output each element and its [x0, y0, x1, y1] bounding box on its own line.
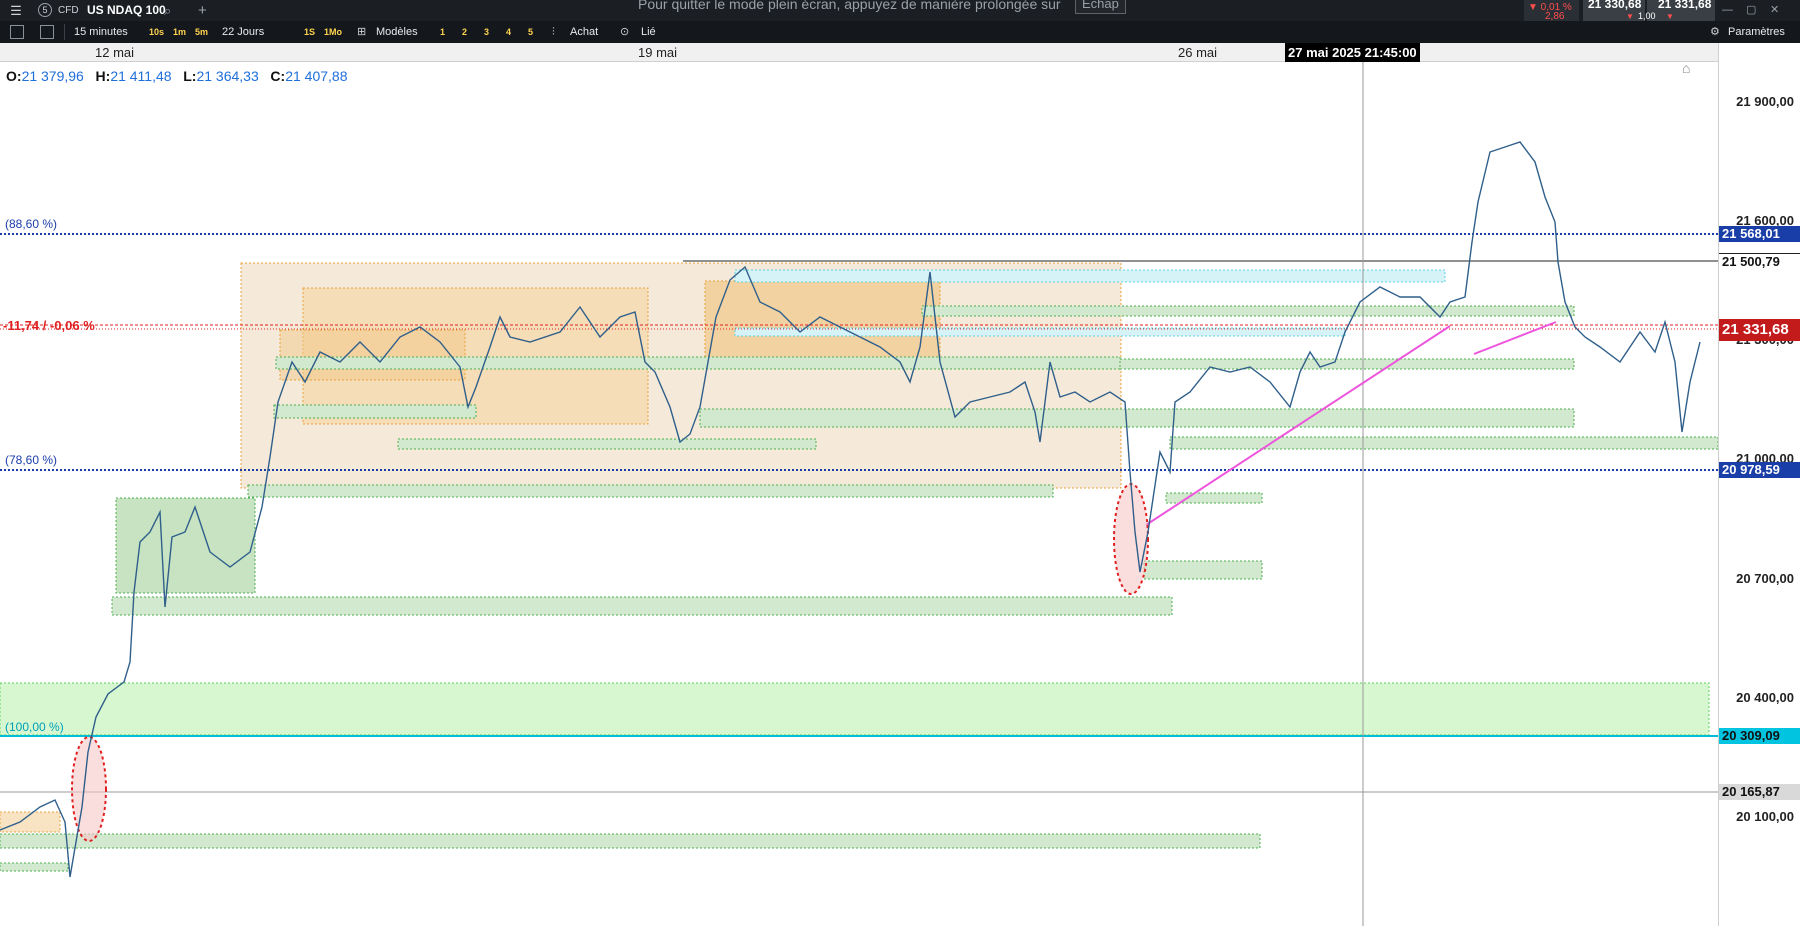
crosshair-price-tag: 20 165,87 — [1719, 784, 1800, 800]
green-zone-1[interactable] — [275, 356, 1121, 370]
green-zone-14[interactable] — [0, 833, 1261, 849]
fib-786-price-tag: 20 978,59 — [1719, 462, 1800, 478]
trend-line-2[interactable] — [1473, 321, 1557, 355]
green-zone-12[interactable] — [1143, 560, 1263, 580]
price-tick: 20 100,00 — [1736, 809, 1794, 824]
green-zone-8[interactable] — [247, 484, 1054, 498]
home-icon[interactable]: ⌂ — [1682, 62, 1690, 76]
green-zone-10[interactable] — [111, 596, 1173, 616]
gear-icon[interactable]: ⚙ — [1710, 21, 1720, 43]
instrument-number-badge[interactable]: 5 — [38, 3, 52, 17]
chart-canvas[interactable] — [0, 62, 1718, 926]
menu-icon[interactable]: ☰ — [4, 0, 28, 21]
toolbar-divider — [64, 24, 65, 40]
search-icon[interactable]: ⌕ — [164, 0, 171, 21]
green-zone-7[interactable] — [1169, 436, 1718, 450]
low-value: 21 364,33 — [196, 68, 259, 84]
add-tab-button[interactable]: + — [198, 0, 207, 21]
time-label-19-may: 19 mai — [638, 45, 678, 60]
fullscreen-notice: Pour quitter le mode plein écran, appuye… — [638, 0, 1061, 12]
chart-toolbar: 15 minutes 10s 1m 5m 22 Jours 1S 1Mo ⊞ M… — [0, 21, 1800, 43]
high-label: H: — [95, 68, 111, 84]
fib-886-label: (88,60 %) — [5, 217, 58, 231]
position-pnl-label: -11,74 / -0,06 % — [3, 318, 95, 333]
fib-886-price-tag: 21 568,01 — [1719, 226, 1800, 242]
orange-zone-3[interactable] — [704, 280, 941, 365]
minimize-button[interactable]: — — [1722, 0, 1733, 21]
layout-2[interactable]: 2 — [462, 21, 467, 43]
maximize-button[interactable]: ▢ — [1746, 0, 1756, 21]
instrument-type: CFD — [58, 5, 79, 16]
green-zone-6[interactable] — [397, 438, 817, 450]
interval-5m[interactable]: 5m — [195, 21, 208, 43]
trade-icon: ⫶ — [552, 26, 555, 38]
current-price-tag: 21 331,68 — [1719, 319, 1800, 341]
fib-100-price-tag: 20 309,09 — [1719, 728, 1800, 744]
range-1mo[interactable]: 1Mo — [324, 21, 342, 43]
range-1w[interactable]: 1S — [304, 21, 315, 43]
price-tick: 20 700,00 — [1736, 571, 1794, 586]
open-label: O: — [6, 68, 22, 84]
interval-selector[interactable]: 15 minutes — [74, 21, 128, 43]
green-zone-15[interactable] — [0, 862, 69, 872]
close-label: C: — [270, 68, 286, 84]
interval-1m[interactable]: 1m — [173, 21, 186, 43]
cursor-time-label: 27 mai 2025 21:45:00 — [1285, 43, 1420, 62]
price-tick: 20 400,00 — [1736, 690, 1794, 705]
price-chart[interactable]: O:21 379,96 H:21 411,48 L:21 364,33 C:21… — [0, 62, 1718, 926]
layout-4[interactable]: 4 — [506, 21, 511, 43]
range-selector[interactable]: 22 Jours — [222, 21, 264, 43]
open-value: 21 379,96 — [21, 68, 84, 84]
layout-grid-icon[interactable] — [40, 25, 54, 39]
highlight-ellipse-2[interactable] — [71, 736, 107, 842]
green-zone-2[interactable] — [1119, 358, 1575, 370]
interval-10s[interactable]: 10s — [149, 21, 164, 43]
low-label: L: — [183, 68, 197, 84]
cyan-zone-2[interactable] — [734, 327, 1346, 337]
link-button[interactable]: Lié — [641, 21, 656, 43]
price-axis[interactable]: 21 900,00 21 600,00 21 300,00 21 000,00 … — [1718, 43, 1800, 926]
fib-100-label: (100,00 %) — [5, 720, 64, 734]
settings-button[interactable]: Paramètres — [1728, 21, 1785, 43]
layout-3[interactable]: 3 — [484, 21, 489, 43]
templates-icon: ⊞ — [357, 26, 367, 38]
link-icon: ⊙ — [620, 26, 630, 38]
panel-toggle-icon[interactable] — [10, 25, 24, 39]
green-zone-3[interactable] — [921, 305, 1575, 317]
escape-key-hint: Échap — [1075, 0, 1126, 14]
fib-786-label: (78,60 %) — [5, 453, 58, 467]
layout-5[interactable]: 5 — [528, 21, 533, 43]
ohlc-readout: O:21 379,96 H:21 411,48 L:21 364,33 C:21… — [6, 68, 348, 84]
cyan-zone-1[interactable] — [734, 269, 1446, 283]
resistance-price-tag: 21 500,79 — [1719, 253, 1800, 269]
price-tick: 21 900,00 — [1736, 94, 1794, 109]
time-label-26-may: 26 mai — [1178, 45, 1218, 60]
templates-button[interactable]: Modèles — [376, 21, 418, 43]
time-axis: 12 mai 19 mai 26 mai 27 mai 2025 21:45:0… — [0, 43, 1718, 62]
green-zone-4[interactable] — [273, 404, 477, 419]
layout-1[interactable]: 1 — [440, 21, 445, 43]
green-zone-13[interactable] — [0, 682, 1710, 736]
top-bar: ☰ 5 CFD US NDAQ 100 ⌕ + Pour quitter le … — [0, 0, 1800, 22]
high-value: 21 411,48 — [110, 68, 172, 84]
highlight-ellipse-1[interactable] — [1113, 483, 1149, 595]
instrument-name[interactable]: US NDAQ 100 — [87, 0, 166, 21]
close-button[interactable]: ✕ — [1770, 0, 1779, 21]
time-label-12-may: 12 mai — [95, 45, 135, 60]
green-zone-9[interactable] — [115, 497, 256, 594]
trading-app: ☰ 5 CFD US NDAQ 100 ⌕ + Pour quitter le … — [0, 0, 1800, 926]
trade-button[interactable]: Achat — [570, 21, 598, 43]
green-zone-5[interactable] — [699, 408, 1575, 428]
close-value: 21 407,88 — [285, 68, 348, 84]
